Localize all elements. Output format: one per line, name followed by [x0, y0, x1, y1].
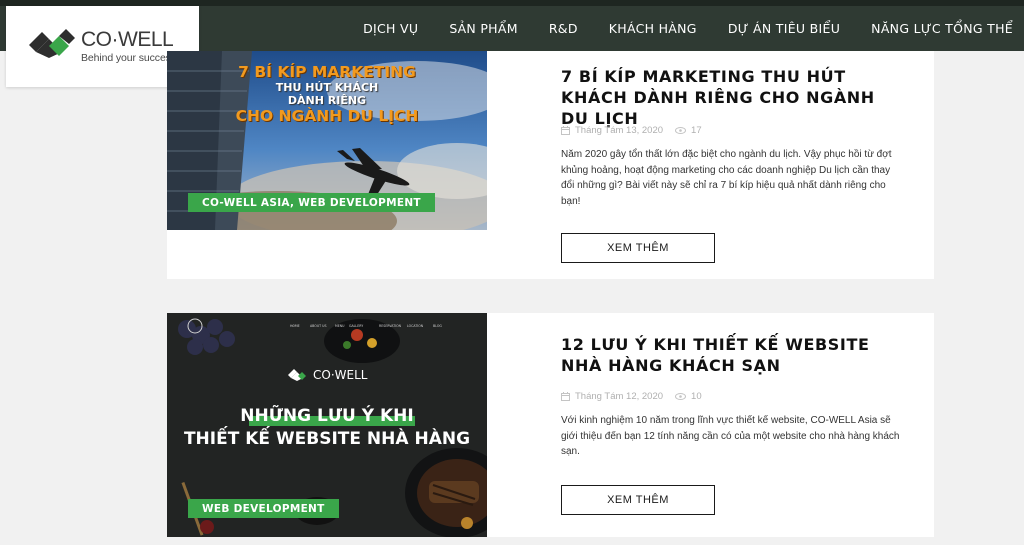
post-excerpt: Với kinh nghiệm 10 năm trong lĩnh vực th…	[561, 415, 900, 457]
nav-item-capabilities[interactable]: NĂNG LỰC TỔNG THỂ	[871, 21, 1013, 36]
view-count: 17	[691, 125, 702, 136]
post-title[interactable]: 7 BÍ KÍP MARKETING THU HÚT KHÁCH DÀNH RI…	[561, 66, 901, 129]
post-card: 7 BÍ KÍP MARKETING THU HÚT KHÁCH DÀNH RI…	[167, 51, 934, 279]
svg-text:MENU: MENU	[335, 324, 345, 328]
category-tag[interactable]: WEB DEVELOPMENT	[188, 499, 339, 518]
view-count: 10	[691, 391, 702, 402]
thumb-headline-1: NHỮNG LƯU Ý KHI	[240, 406, 414, 426]
nav-item-rnd[interactable]: R&D	[549, 21, 578, 36]
thumb-headline-3: DÀNH RIÊNG	[287, 94, 367, 107]
svg-text:HOME: HOME	[290, 324, 300, 328]
eye-icon	[675, 127, 687, 134]
svg-text:BLOG: BLOG	[433, 324, 442, 328]
post-card: HOME ABOUT US MENU GALLERY RESERVATION LOCAT…	[167, 313, 934, 537]
thumb-headline-1: 7 BÍ KÍP MARKETING	[238, 63, 416, 81]
calendar-icon	[561, 392, 570, 401]
calendar-icon	[561, 126, 570, 135]
logo-tagline: Behind your success	[81, 52, 176, 64]
eye-icon	[675, 393, 687, 400]
nav-item-services[interactable]: DỊCH VỤ	[363, 21, 418, 36]
post-meta: Tháng Tám 13, 2020 17	[561, 125, 702, 136]
main-menu: DỊCH VỤ SẢN PHẨM R&D KHÁCH HÀNG DỰ ÁN TI…	[363, 6, 1024, 51]
category-tag[interactable]: CO-WELL ASIA, WEB DEVELOPMENT	[188, 193, 435, 212]
post-date: Tháng Tám 13, 2020	[575, 125, 664, 136]
post-thumbnail[interactable]: HOME ABOUT US MENU GALLERY RESERVATION LOCAT…	[167, 313, 487, 537]
nav-item-products[interactable]: SẢN PHẨM	[449, 21, 517, 36]
thumb-headline-2: THIẾT KẾ WEBSITE NHÀ HÀNG	[183, 429, 471, 449]
cowell-logo-icon	[288, 369, 306, 381]
logo-wordmark: CO·WELL	[81, 28, 174, 51]
thumb-brand: CO·WELL	[313, 368, 368, 382]
nav-item-featured-projects[interactable]: DỰ ÁN TIÊU BIỂU	[728, 21, 840, 36]
post-excerpt: Năm 2020 gây tổn thất lớn đặc biệt cho n…	[561, 149, 892, 207]
thumb-headline-2: THU HÚT KHÁCH	[275, 81, 379, 94]
svg-text:LOCATION: LOCATION	[407, 324, 424, 328]
post-thumbnail[interactable]: 7 BÍ KÍP MARKETING THU HÚT KHÁCH DÀNH RI…	[167, 51, 487, 230]
thumb-headline-4: CHO NGÀNH DU LỊCH	[235, 107, 419, 125]
post-date: Tháng Tám 12, 2020	[575, 391, 664, 402]
post-title[interactable]: 12 LƯU Ý KHI THIẾT KẾ WEBSITE NHÀ HÀNG K…	[561, 334, 901, 376]
cowell-diamond-logo-icon	[29, 29, 75, 58]
svg-text:GALLERY: GALLERY	[349, 324, 363, 328]
svg-text:ABOUT US: ABOUT US	[310, 324, 326, 328]
svg-text:RESERVATION: RESERVATION	[379, 324, 402, 328]
read-more-button[interactable]: XEM THÊM	[561, 485, 715, 515]
read-more-button[interactable]: XEM THÊM	[561, 233, 715, 263]
post-meta: Tháng Tám 12, 2020 10	[561, 391, 702, 402]
nav-item-clients[interactable]: KHÁCH HÀNG	[609, 21, 697, 36]
